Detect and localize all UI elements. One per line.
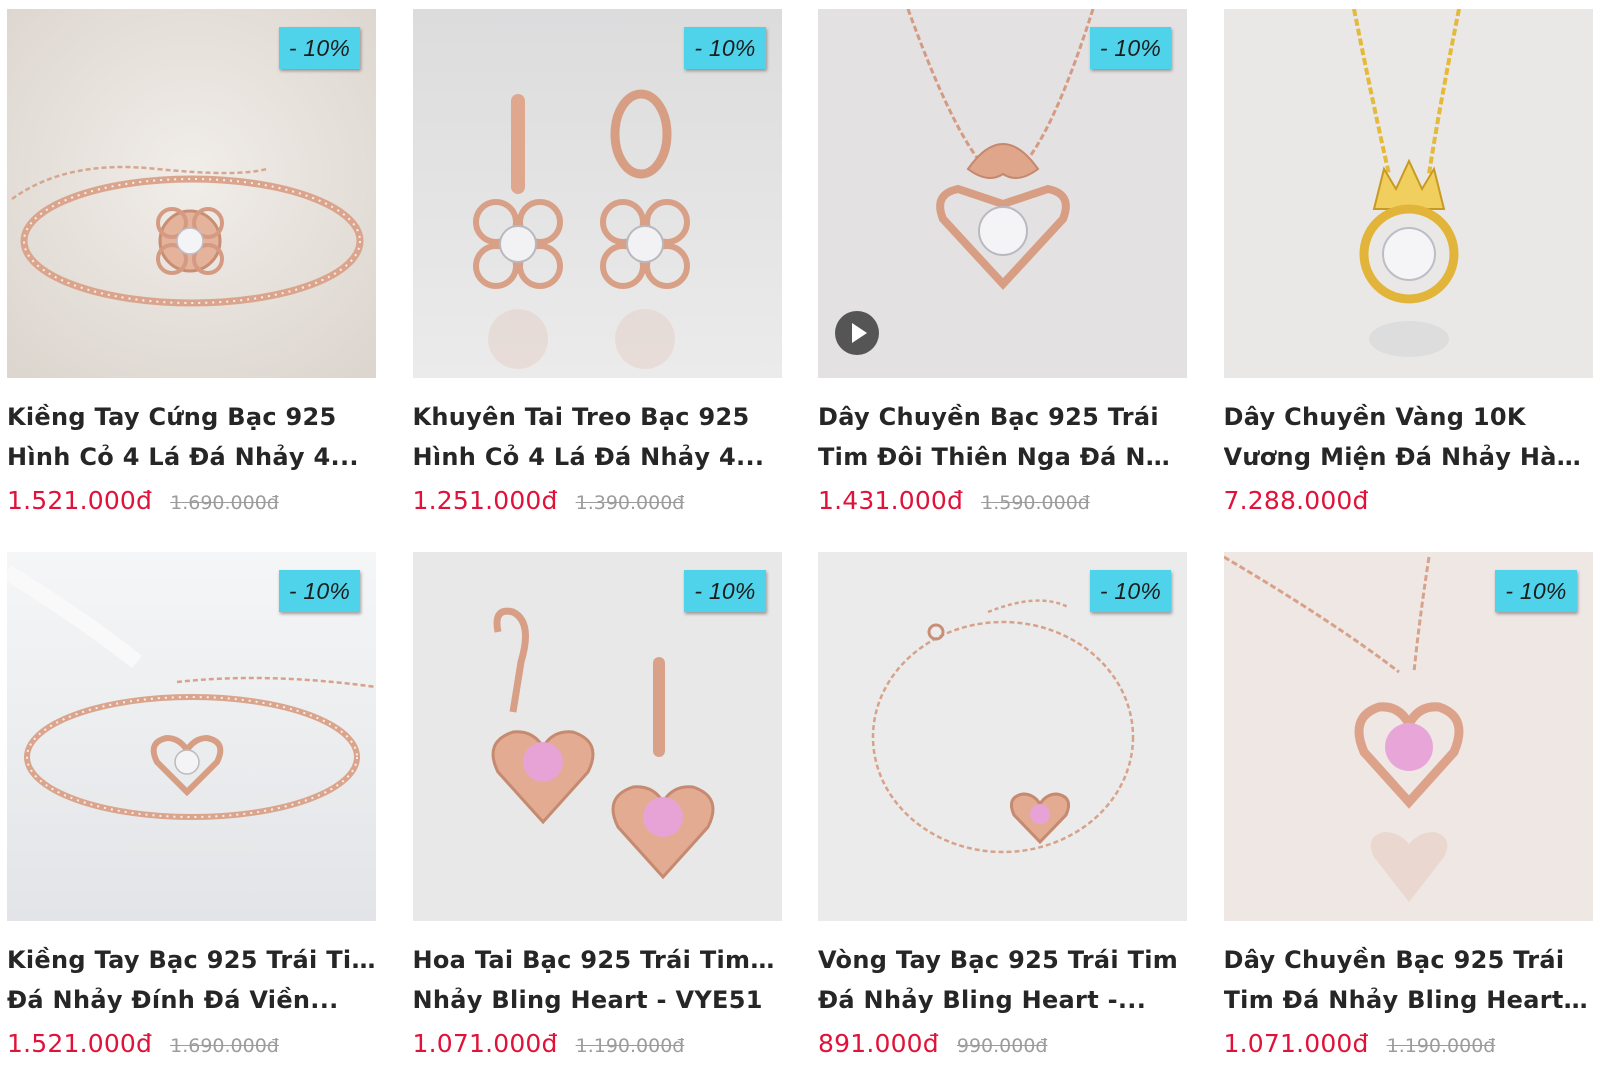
product-image[interactable]: - 10% xyxy=(7,552,376,921)
price-row: 891.000đ 990.000đ xyxy=(818,1029,1187,1058)
discount-badge: - 10% xyxy=(278,570,360,612)
price-row: 1.071.000đ 1.190.000đ xyxy=(1224,1029,1593,1058)
product-title[interactable]: Dây Chuyền Vàng 10K Vương Miện Đá Nhảy H… xyxy=(1224,397,1593,477)
product-image[interactable]: - 10% xyxy=(412,552,782,921)
product-title[interactable]: Dây Chuyền Bạc 925 Trái Tim Đôi Thiên Ng… xyxy=(818,397,1187,477)
product-card[interactable]: - 10% Khuyên Tai Treo Bạc 925 Hình Cỏ 4 … xyxy=(412,9,782,546)
price-row: 7.288.000đ xyxy=(1224,486,1593,515)
product-image[interactable]: - 10% xyxy=(818,552,1187,921)
product-title[interactable]: Vòng Tay Bạc 925 Trái Tim Đá Nhảy Bling … xyxy=(818,940,1187,1020)
sale-price: 891.000đ xyxy=(818,1029,939,1058)
original-price: 1.690.000đ xyxy=(170,1035,279,1057)
discount-badge: - 10% xyxy=(1495,570,1577,612)
original-price: 1.190.000đ xyxy=(575,1035,685,1057)
product-card[interactable]: - 10% Kiềng Tay Bạc 925 Trái Tim Đá Nhảy… xyxy=(7,552,376,1078)
sale-price: 1.521.000đ xyxy=(7,1029,153,1058)
original-price: 1.190.000đ xyxy=(1386,1035,1496,1057)
price-row: 1.071.000đ 1.190.000đ xyxy=(413,1029,782,1058)
product-card[interactable]: - 10% Dây Chuyền Bạc 925 Trái Tim Đá Nhả… xyxy=(1223,552,1593,1078)
discount-badge: - 10% xyxy=(1089,570,1171,612)
product-card[interactable]: - 10% Dây Chuyền Bạc 925 Trái Tim Đôi Th… xyxy=(818,9,1187,546)
product-title[interactable]: Dây Chuyền Bạc 925 Trái Tim Đá Nhảy Blin… xyxy=(1224,940,1593,1020)
play-video-icon[interactable] xyxy=(835,311,879,355)
product-image[interactable]: - 10% xyxy=(412,9,782,378)
product-card[interactable]: - 10% Vòng Tay Bạc 925 Trái Tim Đá Nhảy … xyxy=(818,552,1187,1078)
price-row: 1.521.000đ 1.690.000đ xyxy=(7,486,376,515)
product-card[interactable]: Dây Chuyền Vàng 10K Vương Miện Đá Nhảy H… xyxy=(1223,9,1593,546)
discount-badge: - 10% xyxy=(684,570,766,612)
product-title[interactable]: Kiềng Tay Cứng Bạc 925 Hình Cỏ 4 Lá Đá N… xyxy=(7,397,376,477)
product-image[interactable]: - 10% xyxy=(818,9,1187,378)
sale-price: 7.288.000đ xyxy=(1223,486,1369,515)
sale-price: 1.251.000đ xyxy=(412,486,558,515)
product-grid: - 10% Kiềng Tay Cứng Bạc 925 Hình Cỏ 4 L… xyxy=(0,0,1600,1078)
price-row: 1.521.000đ 1.690.000đ xyxy=(7,1029,376,1058)
sale-price: 1.521.000đ xyxy=(7,486,153,515)
original-price: 1.390.000đ xyxy=(575,492,685,514)
product-title[interactable]: Kiềng Tay Bạc 925 Trái Tim Đá Nhảy Đính … xyxy=(7,940,376,1020)
product-card[interactable]: - 10% Hoa Tai Bạc 925 Trái Tim Đá Nhảy B… xyxy=(412,552,782,1078)
product-image[interactable]: - 10% xyxy=(7,9,376,378)
product-title[interactable]: Hoa Tai Bạc 925 Trái Tim Đá Nhảy Bling H… xyxy=(413,940,782,1020)
original-price: 1.590.000đ xyxy=(981,492,1090,514)
original-price: 990.000đ xyxy=(956,1035,1048,1057)
product-card[interactable]: - 10% Kiềng Tay Cứng Bạc 925 Hình Cỏ 4 L… xyxy=(7,9,376,546)
original-price: 1.690.000đ xyxy=(170,492,279,514)
price-row: 1.251.000đ 1.390.000đ xyxy=(413,486,782,515)
sale-price: 1.431.000đ xyxy=(818,486,964,515)
gold-necklace-illustration xyxy=(1223,9,1593,378)
price-row: 1.431.000đ 1.590.000đ xyxy=(818,486,1187,515)
sale-price: 1.071.000đ xyxy=(412,1029,558,1058)
product-image[interactable] xyxy=(1223,9,1593,378)
sale-price: 1.071.000đ xyxy=(1223,1029,1369,1058)
product-title[interactable]: Khuyên Tai Treo Bạc 925 Hình Cỏ 4 Lá Đá … xyxy=(413,397,782,477)
product-image[interactable]: - 10% xyxy=(1223,552,1593,921)
discount-badge: - 10% xyxy=(1089,27,1171,69)
discount-badge: - 10% xyxy=(684,27,766,69)
discount-badge: - 10% xyxy=(278,27,360,69)
